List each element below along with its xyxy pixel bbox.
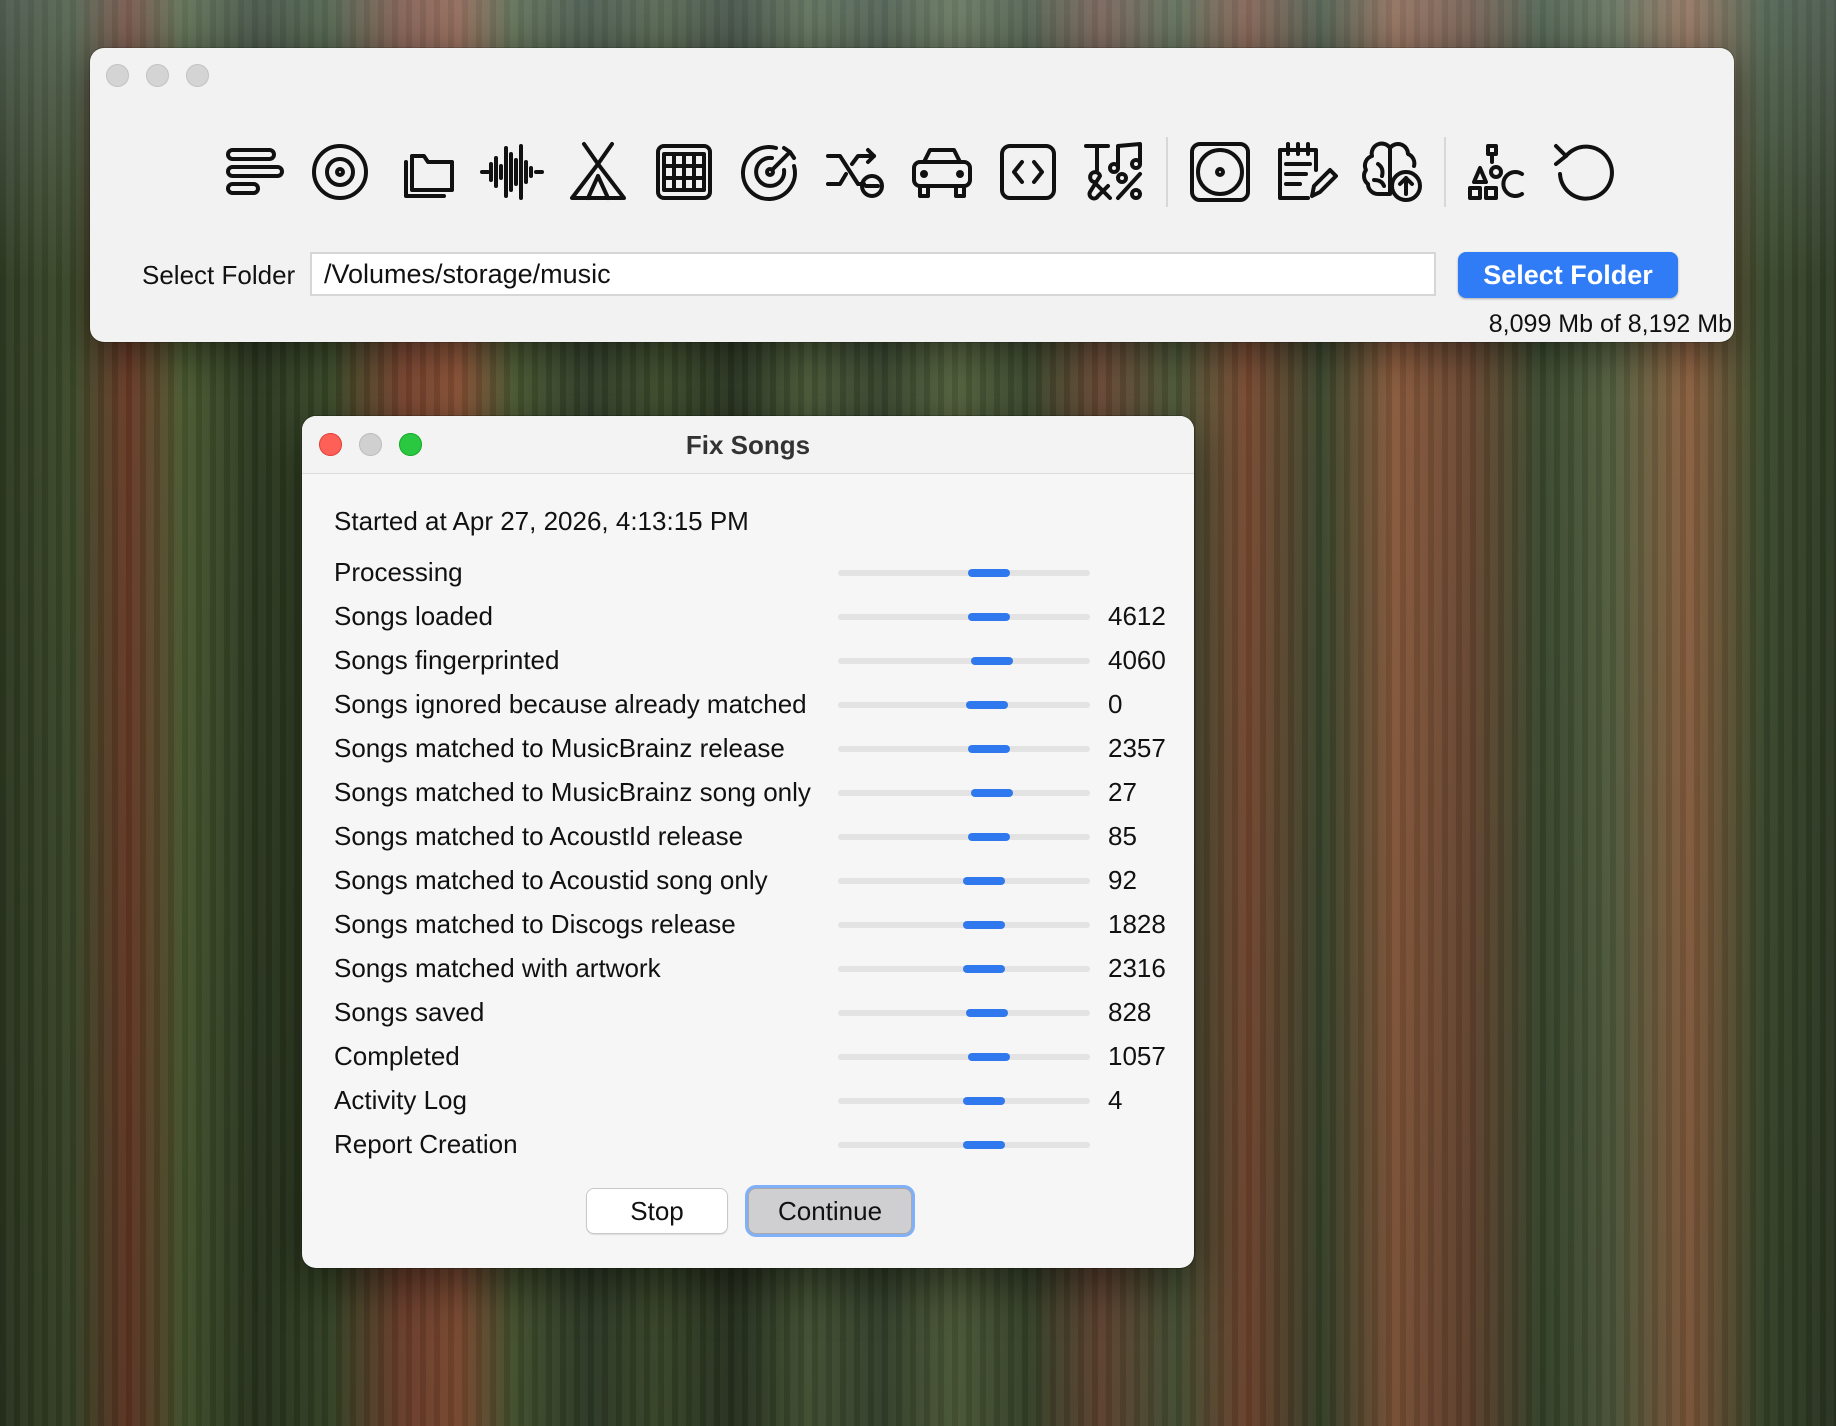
progress-indicator — [968, 569, 1011, 577]
progress-indicator — [963, 1141, 1006, 1149]
row-label: Songs loaded — [334, 601, 494, 631]
progress-indicator — [963, 877, 1006, 885]
row-label: Songs matched to Acoustid song only — [334, 865, 768, 895]
row-count: 1828 — [1108, 909, 1166, 939]
progress-row: Processing — [334, 556, 1174, 600]
dialog-title: Fix Songs — [685, 430, 811, 460]
row-count: 0 — [1108, 689, 1123, 719]
row-count: 2316 — [1108, 953, 1166, 983]
progress-indicator — [970, 657, 1013, 665]
progress-list: Processing Songs loaded 4612 Songs fingerpr… — [334, 556, 1174, 1172]
row-count: 4612 — [1108, 601, 1166, 631]
progress-track — [838, 702, 1090, 708]
progress-row: Completed 1057 — [334, 1040, 1174, 1084]
shapes-icon[interactable] — [1464, 134, 1532, 210]
row-label: Songs matched to Discogs release — [334, 909, 736, 939]
car-icon[interactable] — [908, 134, 976, 210]
row-label: Songs matched to AcoustId release — [334, 821, 744, 851]
progress-indicator — [963, 965, 1006, 973]
select-folder-button[interactable]: Select Folder — [1458, 252, 1678, 298]
row-count: 85 — [1108, 821, 1137, 851]
row-count: 828 — [1108, 997, 1152, 1027]
toolbar-separator — [1166, 137, 1168, 207]
symbols-icon[interactable] — [1080, 134, 1148, 210]
toolbar-separator — [1444, 137, 1446, 207]
progress-row: Songs ignored because already matched 0 — [334, 688, 1174, 732]
row-count: 4060 — [1108, 645, 1166, 675]
progress-row: Songs matched to MusicBrainz release 2357 — [334, 732, 1174, 776]
dartboard-icon[interactable] — [736, 134, 804, 210]
row-label: Songs fingerprinted — [334, 645, 560, 675]
minimize-button[interactable] — [146, 64, 169, 87]
window-controls — [106, 64, 209, 87]
progress-row: Songs matched with artwork 2316 — [334, 952, 1174, 996]
tent-icon[interactable] — [564, 134, 632, 210]
progress-track — [838, 614, 1090, 620]
row-label: Songs ignored because already matched — [334, 689, 807, 719]
row-label: Completed — [334, 1041, 460, 1071]
progress-track — [838, 790, 1090, 796]
code-brackets-icon[interactable] — [994, 134, 1062, 210]
undo-icon[interactable] — [1550, 134, 1618, 210]
row-count: 2357 — [1108, 733, 1166, 763]
row-count: 1057 — [1108, 1041, 1166, 1071]
row-label: Processing — [334, 557, 463, 587]
storage-usage: 8,099 Mb of 8,192 Mb — [1488, 310, 1732, 338]
waveform-icon[interactable] — [478, 134, 546, 210]
progress-indicator — [968, 745, 1011, 753]
progress-row: Songs saved 828 — [334, 996, 1174, 1040]
progress-row: Songs matched to MusicBrainz song only 27 — [334, 776, 1174, 820]
progress-row: Activity Log 4 — [334, 1084, 1174, 1128]
progress-indicator — [968, 613, 1011, 621]
close-button[interactable] — [106, 64, 129, 87]
started-timestamp: Started at Apr 27, 2026, 4:13:15 PM — [334, 506, 749, 536]
progress-indicator — [970, 789, 1013, 797]
dialog-titlebar: Fix Songs — [302, 416, 1194, 474]
disc-icon[interactable] — [1186, 134, 1254, 210]
toolbar — [220, 126, 1618, 218]
progress-indicator — [965, 701, 1008, 709]
folders-icon[interactable] — [392, 134, 460, 210]
progress-indicator — [968, 1053, 1011, 1061]
continue-button[interactable]: Continue — [748, 1188, 912, 1234]
main-window: Select Folder Select Folder 8,099 Mb of … — [90, 48, 1734, 342]
progress-indicator — [968, 833, 1011, 841]
progress-row: Songs loaded 4612 — [334, 600, 1174, 644]
edit-list-icon[interactable] — [1272, 134, 1340, 210]
target-circle-icon[interactable] — [306, 134, 374, 210]
row-label: Songs matched to MusicBrainz song only — [334, 777, 811, 807]
row-label: Report Creation — [334, 1129, 518, 1159]
zoom-button[interactable] — [186, 64, 209, 87]
stop-button[interactable]: Stop — [586, 1188, 728, 1234]
brain-upload-icon[interactable] — [1358, 134, 1426, 210]
select-folder-label: Select Folder — [142, 260, 296, 290]
shuffle-minus-icon[interactable] — [822, 134, 890, 210]
row-label: Songs matched with artwork — [334, 953, 661, 983]
progress-row: Songs matched to Discogs release 1828 — [334, 908, 1174, 952]
text-lines-icon[interactable] — [220, 134, 288, 210]
progress-row: Report Creation — [334, 1128, 1174, 1172]
fix-songs-dialog: Fix Songs Started at Apr 27, 2026, 4:13:… — [302, 416, 1194, 1268]
grid-icon[interactable] — [650, 134, 718, 210]
progress-track — [838, 1054, 1090, 1060]
progress-track — [838, 658, 1090, 664]
row-count: 92 — [1108, 865, 1137, 895]
row-label: Activity Log — [334, 1085, 467, 1115]
progress-track — [838, 570, 1090, 576]
progress-track — [838, 834, 1090, 840]
progress-row: Songs matched to AcoustId release 85 — [334, 820, 1174, 864]
folder-path-field[interactable] — [310, 252, 1436, 296]
progress-track — [838, 1010, 1090, 1016]
row-label: Songs saved — [334, 997, 485, 1027]
row-label: Songs matched to MusicBrainz release — [334, 733, 785, 763]
progress-row: Songs matched to Acoustid song only 92 — [334, 864, 1174, 908]
row-count: 4 — [1108, 1085, 1123, 1115]
progress-indicator — [963, 1097, 1006, 1105]
progress-indicator — [963, 921, 1006, 929]
progress-row: Songs fingerprinted 4060 — [334, 644, 1174, 688]
progress-track — [838, 746, 1090, 752]
row-count: 27 — [1108, 777, 1137, 807]
progress-indicator — [965, 1009, 1008, 1017]
